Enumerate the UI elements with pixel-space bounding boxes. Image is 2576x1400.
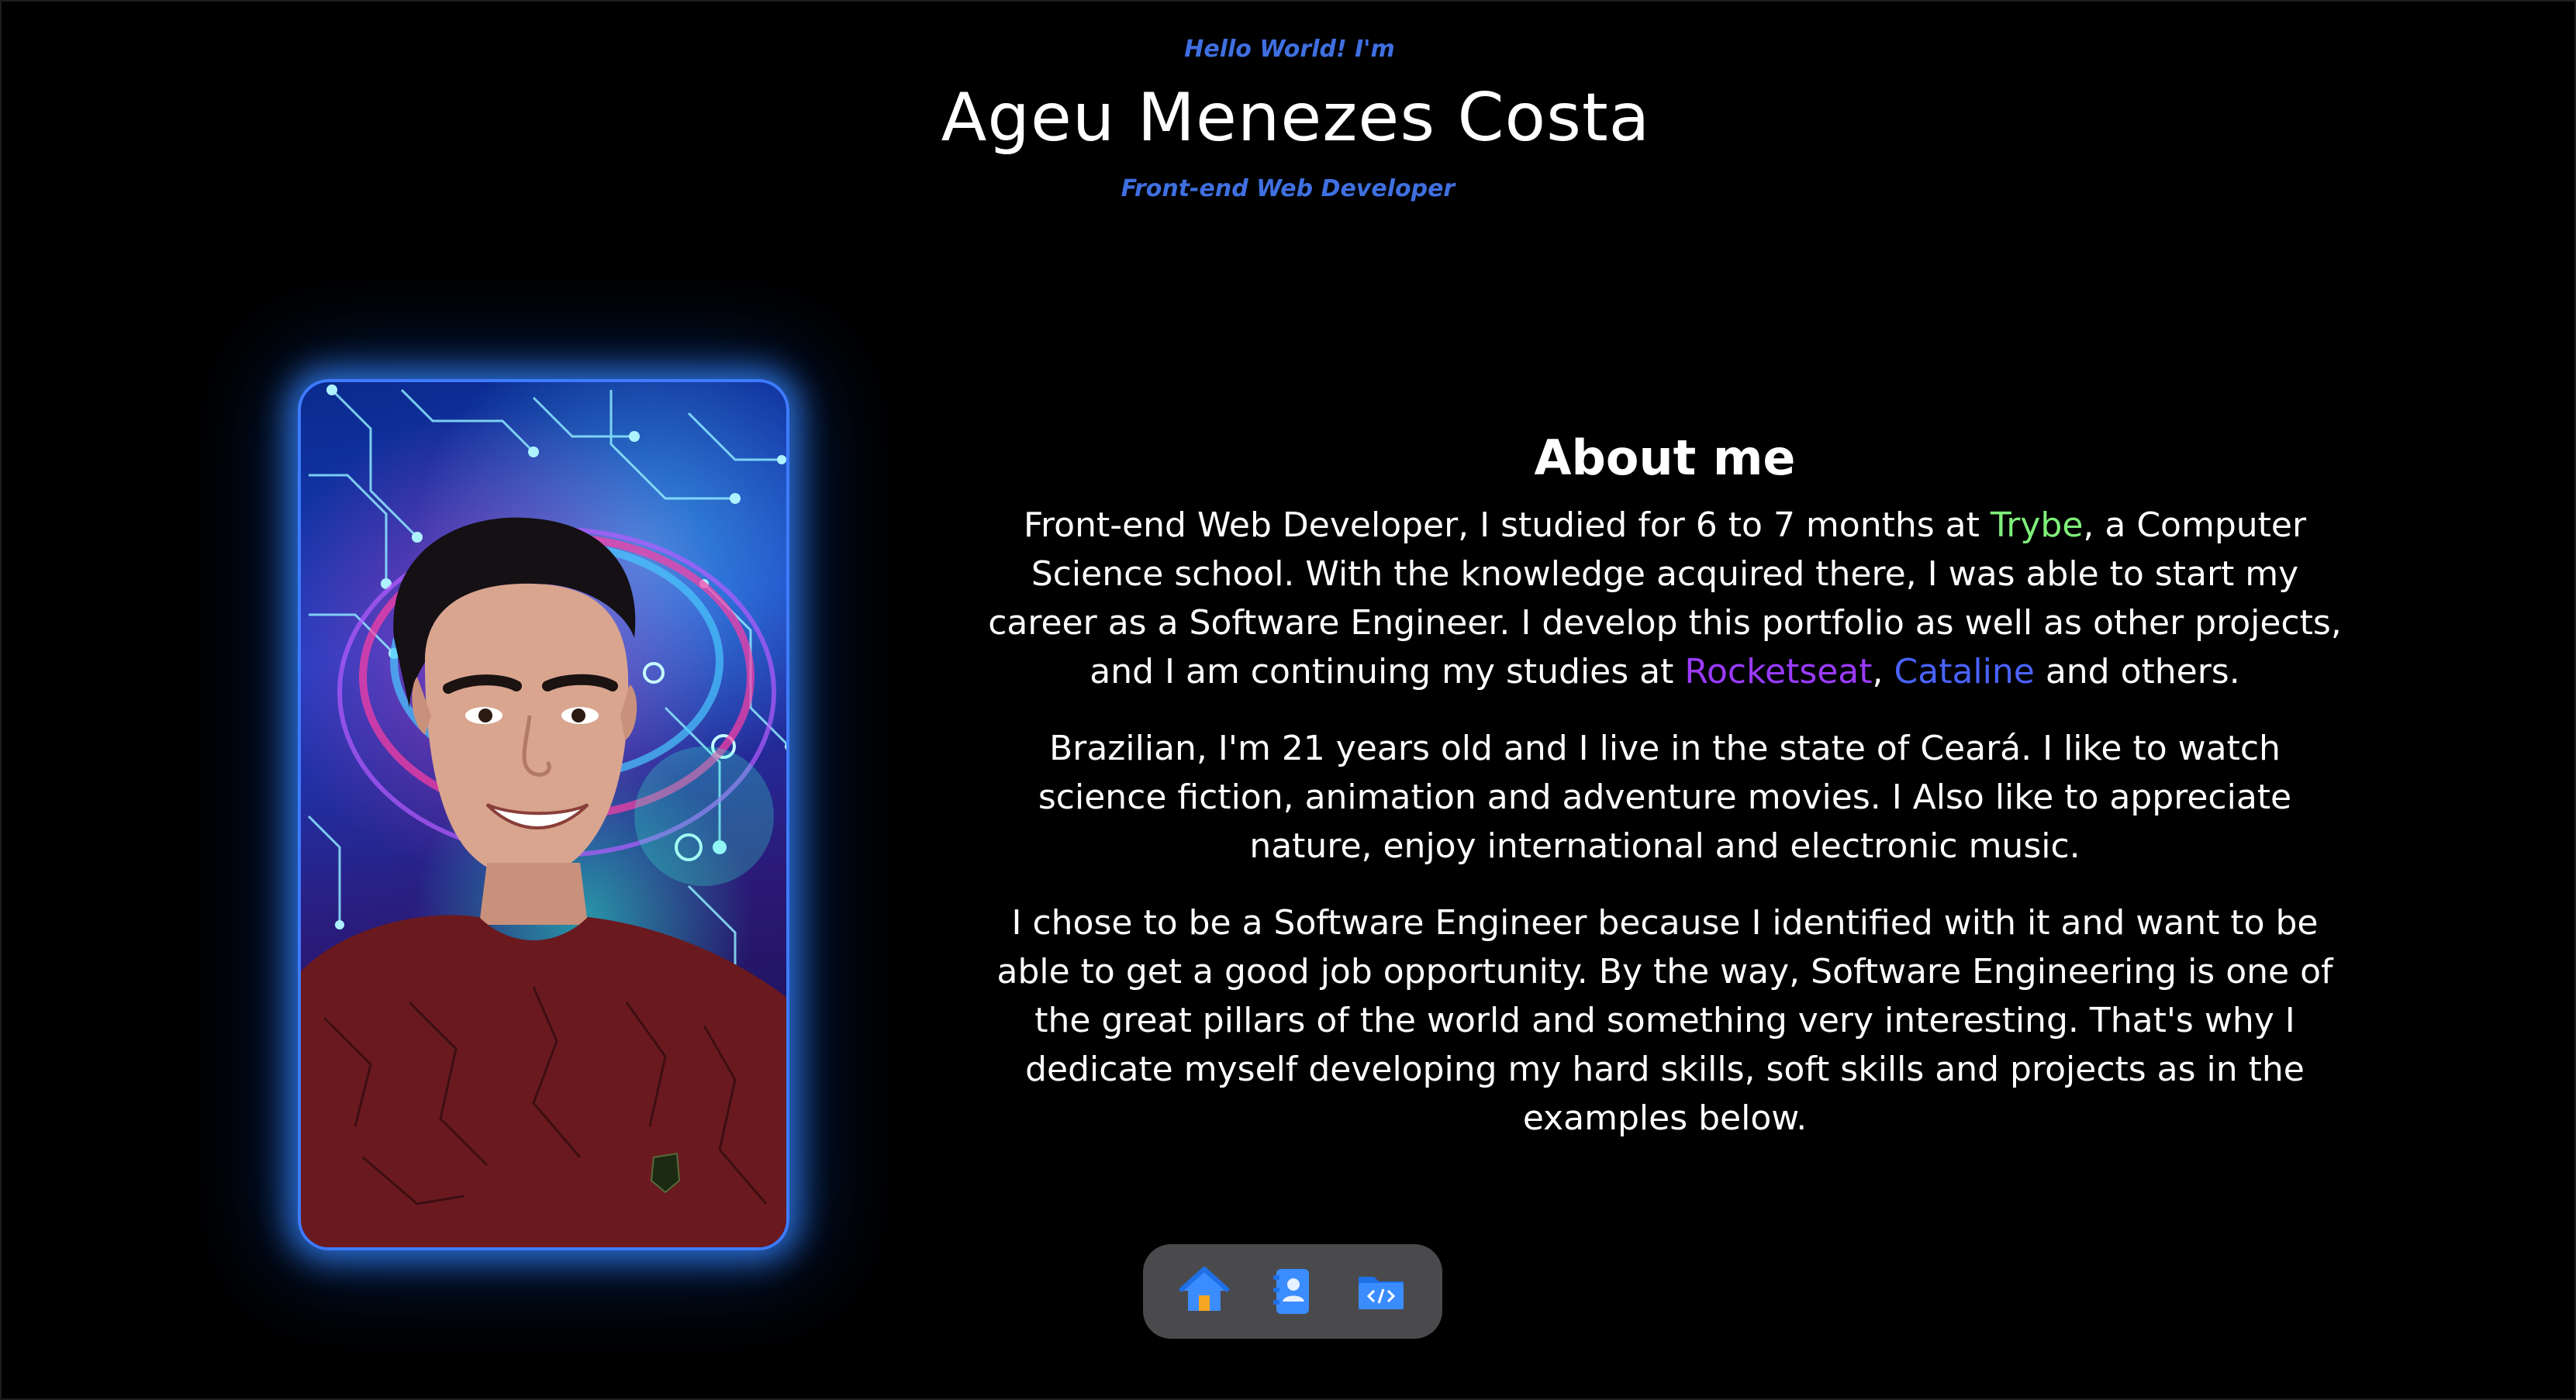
cataline-link[interactable]: Cataline [1894,652,2035,691]
about-heading: About me [1534,429,1796,486]
home-button[interactable] [1174,1261,1234,1322]
about-p1-text-c: and others. [2034,652,2240,691]
code-folder-icon [1359,1277,1404,1309]
about-text: Front-end Web Developer, I studied for 6… [980,501,2350,1171]
about-paragraph-2: Brazilian, I'm 21 years old and I live i… [1038,729,2292,866]
contacts-icon [1273,1269,1309,1314]
home-icon [1179,1267,1230,1311]
portfolio-page: Hello World! I'm Ageu Menezes Costa Fron… [0,0,2576,1400]
profile-photo [301,384,786,1247]
greeting-text: Hello World! I'm [1184,36,1395,63]
about-paragraph-3: I chose to be a Software Engineer becaus… [996,903,2333,1138]
projects-button[interactable] [1351,1261,1411,1322]
contacts-button[interactable] [1262,1261,1323,1322]
page-title: Ageu Menezes Costa [941,79,1651,157]
profile-photo-card [298,379,789,1250]
rocketseat-link[interactable]: Rocketseat [1684,652,1872,691]
bottom-nav-dock [1143,1244,1442,1339]
trybe-link[interactable]: Trybe [1991,505,2084,545]
about-p1-text-a: Front-end Web Developer, I studied for 6… [1023,505,1991,545]
about-p1-comma: , [1872,652,1894,691]
about-paragraph-1: Front-end Web Developer, I studied for 6… [980,501,2350,696]
role-subtitle: Front-end Web Developer [1121,175,1455,202]
